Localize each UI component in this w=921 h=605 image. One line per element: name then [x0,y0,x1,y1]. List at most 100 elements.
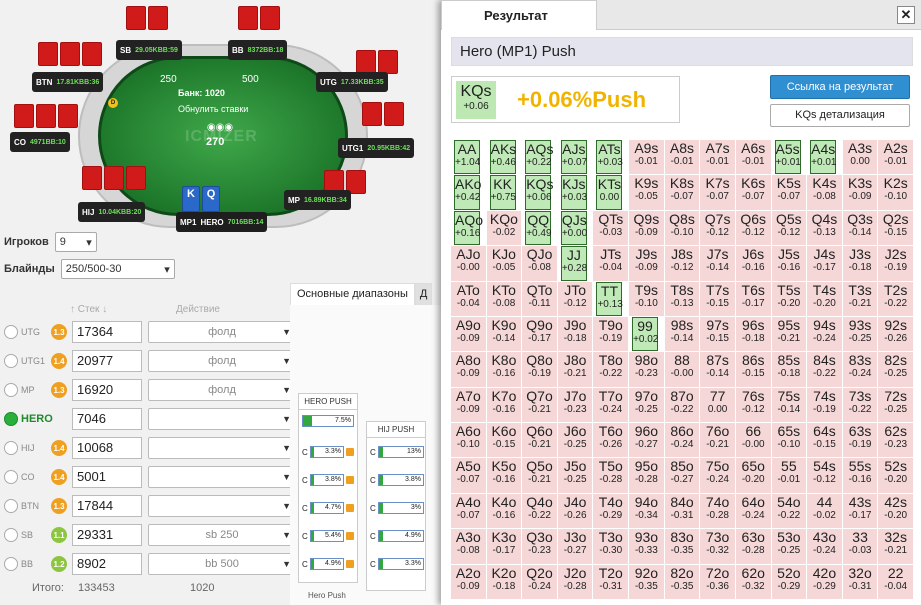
hero-call-range[interactable]: C 3.8% [302,473,354,487]
hand-cell[interactable]: 83s -0.24 [842,352,878,387]
hand-cell[interactable]: JTs -0.04 [593,246,629,281]
hand-cell[interactable]: Q5o -0.21 [522,458,557,493]
hand-cell[interactable]: K5o -0.16 [486,458,522,493]
hand-cell[interactable]: T8o -0.22 [593,352,629,387]
hand-cell[interactable]: T6o -0.26 [593,423,629,458]
hand-cell[interactable]: A9o -0.09 [451,316,486,352]
hand-cell[interactable]: K4o -0.16 [486,493,522,529]
hand-cell[interactable]: QTo -0.11 [522,281,557,316]
hand-cell[interactable]: 83o -0.35 [664,529,700,564]
hij-call-range[interactable]: C 3.8% [370,473,424,487]
hij-call-range[interactable]: C 4.9% [370,529,424,543]
hand-cell[interactable]: 94o -0.34 [629,493,664,529]
hand-cell[interactable]: QJo -0.08 [522,246,557,281]
player-stack-input[interactable]: 16920 [72,379,142,401]
hand-cell[interactable]: A2s -0.01 [878,140,913,175]
player-stack-input[interactable]: 7046 [72,408,142,430]
player-radio[interactable] [4,441,18,455]
player-action-select[interactable]: bb 500 ▼ [148,553,296,575]
hand-cell[interactable]: Q6s -0.12 [735,210,771,246]
hand-cell[interactable]: A6s -0.01 [735,140,771,175]
hand-cell[interactable]: T3o -0.30 [593,529,629,564]
hand-cell[interactable]: 43o -0.24 [807,529,842,564]
hand-cell[interactable]: Q8s -0.10 [664,210,700,246]
hand-cell[interactable]: 42o -0.29 [807,564,842,599]
hand-cell[interactable]: 65s -0.10 [771,423,807,458]
hand-cell[interactable]: A7o -0.09 [451,387,486,423]
player-stack-input[interactable]: 10068 [72,437,142,459]
hero-call-range[interactable]: C 5.4% [302,529,354,543]
player-radio[interactable] [4,528,18,542]
hand-cell[interactable]: K3s -0.09 [842,175,878,210]
hand-cell[interactable]: Q7s -0.12 [700,210,735,246]
hand-cell[interactable]: J8o -0.21 [557,352,593,387]
player-stack-input[interactable]: 8902 [72,553,142,575]
hand-cell[interactable]: 95s -0.21 [771,316,807,352]
player-stack-input[interactable]: 17844 [72,495,142,517]
player-radio[interactable] [4,499,18,513]
hand-cell[interactable]: J7s -0.14 [700,246,735,281]
hand-cell[interactable]: KK +0.75 [489,175,516,210]
hand-cell[interactable]: 63s -0.19 [842,423,878,458]
hand-cell[interactable]: JJ +0.28 [560,246,587,281]
hij-call-range[interactable]: C 3% [370,501,424,515]
hand-cell[interactable]: A4o -0.07 [451,493,486,529]
hand-cell[interactable]: 53o -0.25 [771,529,807,564]
hand-cell[interactable]: Q3o -0.23 [522,529,557,564]
hand-cell[interactable]: 98s -0.14 [664,316,700,352]
hand-cell[interactable]: 86o -0.24 [664,423,700,458]
hand-cell[interactable]: J4s -0.17 [807,246,842,281]
hand-cell[interactable]: T4o -0.29 [593,493,629,529]
hand-cell[interactable]: T5s -0.20 [771,281,807,316]
hand-cell[interactable]: A7s -0.01 [700,140,735,175]
hand-cell[interactable]: 84o -0.31 [664,493,700,529]
hand-cell[interactable]: QJs +0.00 [560,210,587,246]
hand-cell[interactable]: AQs +0.22 [525,140,553,175]
hand-cell[interactable]: T2o -0.31 [593,564,629,599]
player-stack-input[interactable]: 5001 [72,466,142,488]
hand-cell[interactable]: 32s -0.21 [878,529,913,564]
hand-cell[interactable]: A9s -0.01 [629,140,664,175]
seat-sb[interactable]: SB 29.05K BB:59 [116,6,194,60]
hero-call-range[interactable]: C 4.9% [302,557,354,571]
hand-cell[interactable]: ATs +0.03 [596,140,623,175]
hand-cell[interactable]: T7o -0.24 [593,387,629,423]
hand-cell[interactable]: KTs 0.00 [596,175,623,210]
hand-cell[interactable]: 93s -0.25 [842,316,878,352]
hand-cell[interactable]: 64s -0.15 [807,423,842,458]
player-radio[interactable] [4,354,18,368]
hand-cell[interactable]: A4s +0.01 [810,140,836,175]
seat-mp[interactable]: MP 16.89K BB:34 [284,170,366,210]
hand-cell[interactable]: 73o -0.32 [700,529,735,564]
hand-cell[interactable]: 97o -0.25 [629,387,664,423]
hand-cell[interactable]: K6s -0.07 [735,175,771,210]
lock-icon[interactable] [346,532,354,540]
lock-icon[interactable] [346,448,354,456]
seat-btn[interactable]: BTN 17.81K BB:36 [32,42,110,92]
hand-cell[interactable]: T9o -0.19 [593,316,629,352]
hero-push-bar[interactable]: 7.5% [302,415,354,427]
hand-cell[interactable]: 82o -0.35 [664,564,700,599]
hand-cell[interactable]: 96o -0.27 [629,423,664,458]
seat-hij[interactable]: HIJ 10.04K BB:20 [78,166,156,222]
hand-cell[interactable]: 62s -0.23 [878,423,913,458]
hand-cell[interactable]: 77 0.00 [700,387,735,423]
hand-cell[interactable]: Q7o -0.21 [522,387,557,423]
hand-cell[interactable]: J4o -0.26 [557,493,593,529]
hand-cell[interactable]: 86s -0.15 [735,352,771,387]
hand-cell[interactable]: AJo -0.00 [451,246,486,281]
lock-icon[interactable] [346,476,354,484]
hand-cell[interactable]: 55s -0.16 [842,458,878,493]
hand-cell[interactable]: 63o -0.28 [735,529,771,564]
hand-cell[interactable]: Q4o -0.22 [522,493,557,529]
player-action-select[interactable]: фолд ▼ [148,321,296,343]
hand-cell[interactable]: 75o -0.24 [700,458,735,493]
hand-cell[interactable]: K7o -0.16 [486,387,522,423]
hand-cell[interactable]: A3o -0.08 [451,529,486,564]
hand-cell[interactable]: 43s -0.17 [842,493,878,529]
hand-detail-button[interactable]: KQs детализация [770,104,910,127]
hand-cell[interactable]: QQ +0.49 [525,210,552,246]
tab-main-ranges[interactable]: Основные диапазоны [290,283,415,305]
hand-cell[interactable]: 85s -0.18 [771,352,807,387]
hand-cell[interactable]: QTs -0.03 [593,210,629,246]
